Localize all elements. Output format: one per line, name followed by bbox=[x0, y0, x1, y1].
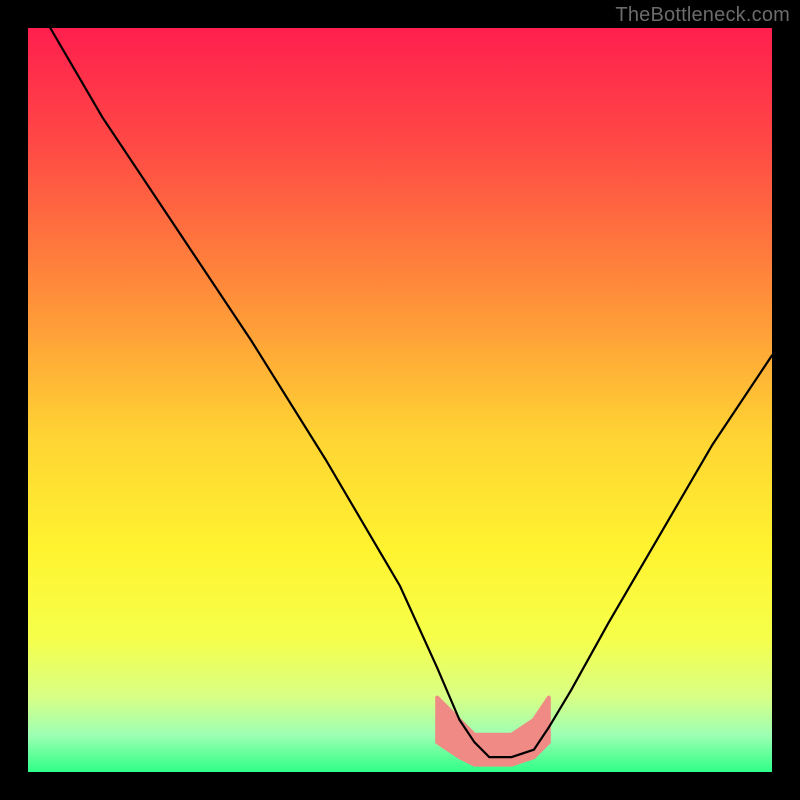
chart-frame: TheBottleneck.com bbox=[0, 0, 800, 800]
chart-svg bbox=[28, 28, 772, 772]
gradient-background bbox=[28, 28, 772, 772]
bottleneck-curve-chart bbox=[28, 28, 772, 772]
attribution-label: TheBottleneck.com bbox=[615, 4, 790, 27]
